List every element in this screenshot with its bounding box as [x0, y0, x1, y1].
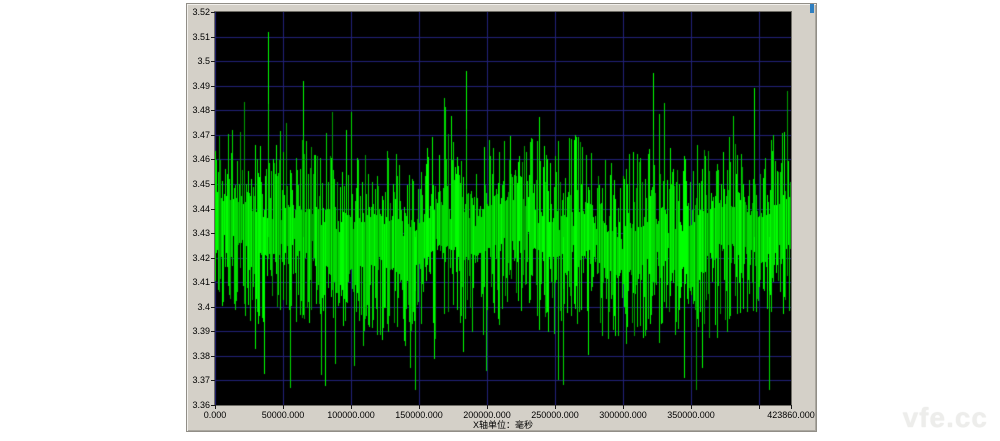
y-tick-label: 3.46	[187, 154, 210, 164]
x-tick-mark	[791, 405, 792, 409]
y-tick-label: 3.42	[187, 253, 210, 263]
y-tick-mark	[211, 184, 215, 185]
x-tick-label: 200000.000	[451, 410, 523, 420]
y-tick-label: 3.41	[187, 277, 210, 287]
y-tick-label: 3.49	[187, 81, 210, 91]
y-tick-mark	[211, 233, 215, 234]
y-tick-mark	[211, 159, 215, 160]
y-tick-label: 3.48	[187, 105, 210, 115]
x-tick-mark	[759, 405, 760, 409]
y-tick-label: 3.52	[187, 7, 210, 17]
y-tick-mark	[211, 380, 215, 381]
x-tick-mark	[215, 405, 216, 409]
plot-frame	[214, 11, 792, 406]
scrollbar-thumb[interactable]	[810, 4, 814, 13]
x-tick-label: 300000.000	[587, 410, 659, 420]
y-tick-mark	[211, 258, 215, 259]
x-tick-label: 0.000	[179, 410, 251, 420]
y-tick-mark	[211, 307, 215, 308]
x-tick-mark	[691, 405, 692, 409]
screen: 3.52 3.51 3.5 3.49 3.48 3.47 3.46 3.45 3.44 3.43 3…	[0, 0, 1000, 441]
y-tick-label: 3.44	[187, 204, 210, 214]
y-tick-label: 3.43	[187, 228, 210, 238]
y-tick-label: 3.39	[187, 326, 210, 336]
y-tick-mark	[211, 331, 215, 332]
x-tick-mark	[487, 405, 488, 409]
x-tick-label: 100000.000	[315, 410, 387, 420]
y-tick-mark	[211, 356, 215, 357]
y-tick-mark	[211, 209, 215, 210]
x-tick-label: 50000.000	[247, 410, 319, 420]
y-tick-label: 3.51	[187, 32, 210, 42]
x-tick-label: 350000.000	[655, 410, 727, 420]
x-tick-mark	[623, 405, 624, 409]
y-tick-label: 3.36	[187, 400, 210, 410]
y-tick-mark	[211, 86, 215, 87]
y-tick-label: 3.45	[187, 179, 210, 189]
y-tick-label: 3.47	[187, 130, 210, 140]
y-tick-label: 3.5	[187, 56, 210, 66]
y-tick-mark	[211, 37, 215, 38]
x-tick-label: 250000.000	[519, 410, 591, 420]
y-tick-mark	[211, 110, 215, 111]
x-tick-mark	[351, 405, 352, 409]
plot-area	[215, 12, 791, 405]
y-tick-mark	[211, 61, 215, 62]
chart-panel: 3.52 3.51 3.5 3.49 3.48 3.47 3.46 3.45 3.44 3.43 3…	[186, 3, 817, 432]
x-tick-label: 150000.000	[383, 410, 455, 420]
x-tick-label: 423860.000	[755, 410, 827, 420]
x-axis-unit-label: X轴单位：毫秒	[215, 420, 791, 430]
y-tick-label: 3.37	[187, 375, 210, 385]
x-tick-mark	[283, 405, 284, 409]
y-tick-mark	[211, 282, 215, 283]
y-tick-label: 3.38	[187, 351, 210, 361]
y-tick-mark	[211, 12, 215, 13]
y-tick-label: 3.4	[187, 302, 210, 312]
watermark: vfe.cc	[903, 402, 988, 434]
x-tick-mark	[419, 405, 420, 409]
x-tick-mark	[555, 405, 556, 409]
y-tick-mark	[211, 135, 215, 136]
